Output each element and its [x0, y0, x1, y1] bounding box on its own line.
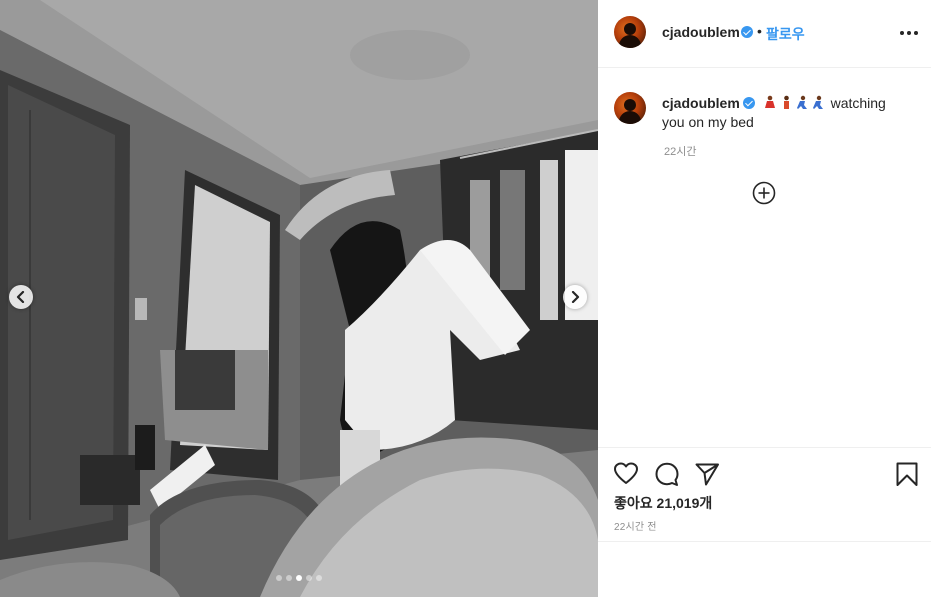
next-photo-button[interactable]: [563, 285, 587, 309]
username-link[interactable]: cjadoublem: [662, 24, 740, 40]
caption: cjadoublem watching you on my bed: [662, 94, 912, 132]
woman-standing-emoji-icon: [783, 95, 789, 109]
likes-count[interactable]: 좋아요 21,019개: [614, 493, 712, 513]
photo-image: [0, 0, 598, 597]
post-header: cjadoublem • 팔로우: [598, 0, 931, 68]
carousel-dot: [306, 575, 312, 581]
chevron-left-icon: [16, 291, 25, 303]
post-side-panel: cjadoublem • 팔로우 cjadoublem watching you…: [598, 0, 931, 597]
previous-photo-button[interactable]: [9, 285, 33, 309]
caption-username-link[interactable]: cjadoublem: [662, 95, 740, 111]
running-person-emoji-icon: [812, 95, 823, 109]
verified-badge-icon: [741, 26, 753, 38]
avatar[interactable]: [614, 92, 646, 124]
post-timestamp[interactable]: 22시간 전: [614, 518, 657, 533]
post-photo[interactable]: [0, 0, 598, 597]
carousel-indicator: [276, 575, 322, 581]
more-options-icon[interactable]: [900, 26, 918, 40]
carousel-dot: [276, 575, 282, 581]
comment-timestamp[interactable]: 22시간: [664, 143, 696, 159]
separator-dot: •: [757, 23, 762, 39]
plus-circle-icon[interactable]: [752, 181, 776, 205]
chevron-right-icon: [571, 291, 580, 303]
carousel-dot: [316, 575, 322, 581]
paper-plane-icon[interactable]: [694, 461, 720, 487]
bookmark-icon[interactable]: [894, 461, 920, 487]
follow-button[interactable]: 팔로우: [766, 24, 805, 44]
carousel-dot-active: [296, 575, 302, 581]
post-actions: 좋아요 21,019개 22시간 전: [598, 447, 931, 542]
dancer-emoji-icon: [764, 95, 775, 108]
running-person-emoji-icon: [796, 95, 807, 109]
heart-icon[interactable]: [613, 461, 639, 487]
carousel-dot: [286, 575, 292, 581]
comment-bubble-icon[interactable]: [654, 461, 680, 487]
verified-badge-icon: [742, 97, 755, 109]
avatar[interactable]: [614, 16, 646, 48]
